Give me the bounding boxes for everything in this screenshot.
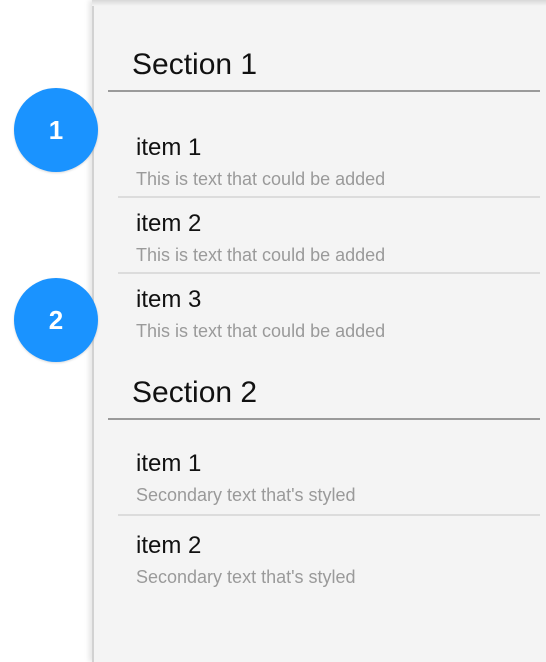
item-secondary-text: This is text that could be added: [136, 321, 386, 341]
item-primary-text: item 1: [136, 134, 202, 161]
screen: Section 1 item 1 This is text that could…: [0, 0, 546, 662]
section-2-item-2[interactable]: item 2 Secondary text that's styled: [118, 516, 540, 592]
section-2-title: Section 2: [132, 376, 258, 409]
item-primary-text: item 2: [136, 532, 202, 559]
item-primary-text: item 2: [136, 210, 202, 237]
section-2-item-1[interactable]: item 1 Secondary text that's styled: [118, 440, 540, 516]
section-1-header: Section 1: [108, 46, 540, 92]
panel-top-edge: [92, 0, 546, 6]
section-1-item-1[interactable]: item 1 This is text that could be added: [118, 122, 540, 198]
callout-badge-1: 1: [14, 88, 98, 172]
section-1-title: Section 1: [132, 48, 258, 81]
section-2-header: Section 2: [108, 374, 540, 420]
item-primary-text: item 3: [136, 286, 202, 313]
item-secondary-text: This is text that could be added: [136, 245, 386, 265]
item-secondary-text: Secondary text that's styled: [136, 485, 356, 505]
section-1-item-2[interactable]: item 2 This is text that could be added: [118, 198, 540, 274]
section-1-item-3[interactable]: item 3 This is text that could be added: [118, 274, 540, 350]
item-primary-text: item 1: [136, 450, 202, 477]
callout-badge-2: 2: [14, 278, 98, 362]
item-secondary-text: Secondary text that's styled: [136, 567, 356, 587]
item-secondary-text: This is text that could be added: [136, 169, 386, 189]
